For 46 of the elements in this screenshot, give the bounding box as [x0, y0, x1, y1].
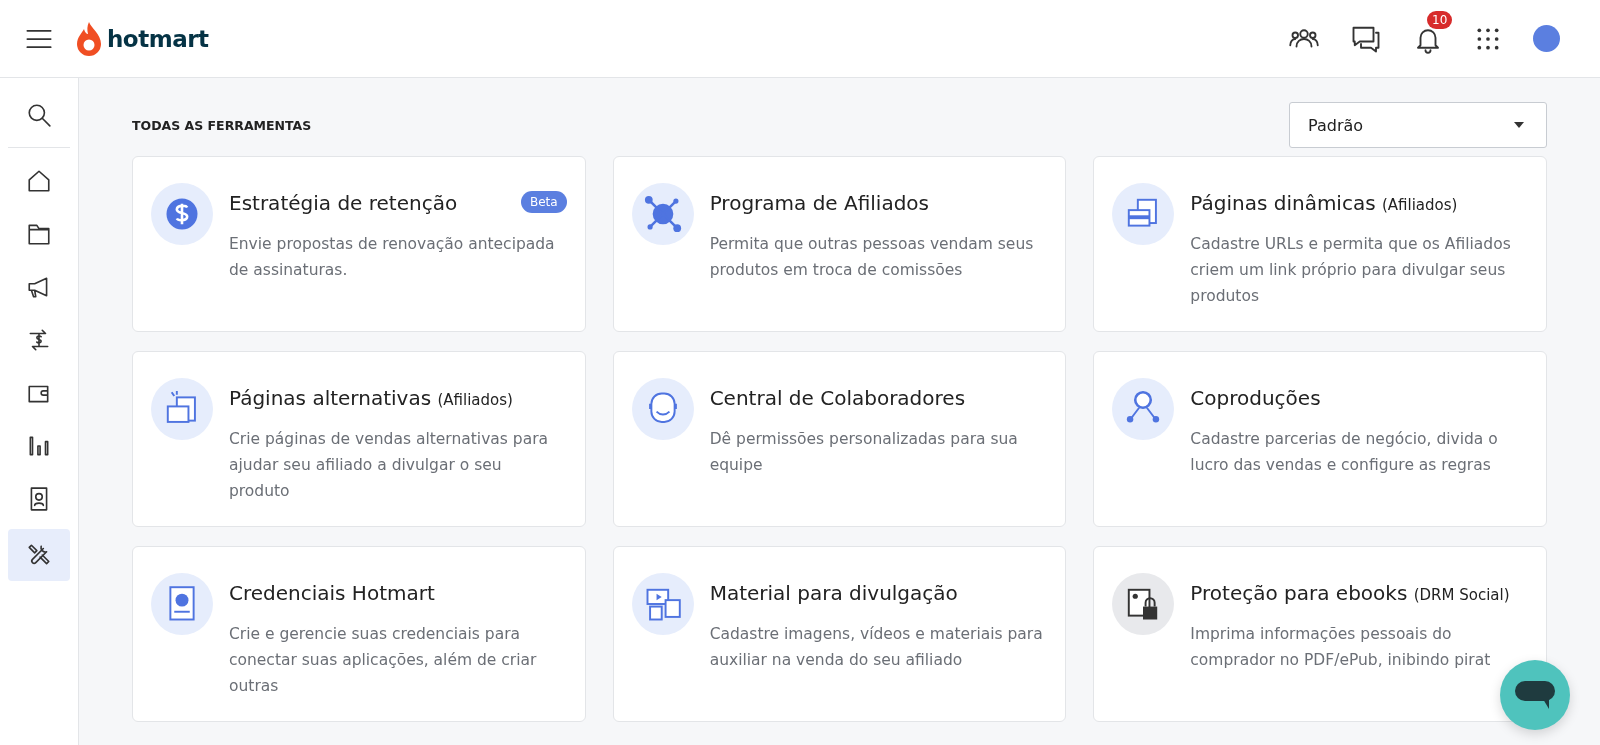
logo-text: hotmart	[107, 25, 209, 52]
card-title: Coproduções	[1190, 386, 1321, 410]
tool-card[interactable]: Proteção para ebooks (DRM Social) Imprima informações pessoais do comprador no PDF/ePub, inibindo pirat	[1093, 546, 1547, 722]
card-description: Cadastre imagens, vídeos e materiais para auxiliar na venda do seu afiliado	[709, 624, 1044, 671]
tool-card[interactable]: Páginas dinâmicas (Afiliados) Cadastre URLs e permita que os Afiliados criem um link próprio para divulgar seus produtos	[1093, 156, 1547, 332]
card-description: Crie e gerencie suas credenciais para conectar suas aplicações, além de criar outras	[229, 624, 538, 697]
card-description: Cadastre URLs e permita que os Afiliados criem um link próprio para divulgar seus produtos	[1190, 234, 1512, 307]
search-icon	[26, 101, 52, 128]
coin-icon	[151, 183, 213, 245]
lock-document-icon	[1112, 573, 1175, 635]
card-title: Material para divulgação	[709, 581, 958, 605]
tool-card[interactable]: Credenciais Hotmart Crie e gerencie suas credenciais para conectar suas aplicações, além de criar outras	[132, 546, 586, 722]
tool-card[interactable]: Coproduções Cadastre parcerias de negócio, divida o lucro das vendas e configure as regras	[1093, 351, 1547, 527]
card-title: Central de Colaboradores	[709, 386, 966, 410]
card-title: Páginas alternativas (Afiliados)	[229, 386, 513, 410]
face-icon	[631, 378, 694, 440]
tool-card[interactable]: Páginas alternativas (Afiliados) Crie páginas de vendas alternativas para ajudar seu afiliado a divulgar o seu produto	[132, 351, 586, 527]
pages-icon	[1112, 183, 1175, 245]
tool-card[interactable]: Estratégia de retenção Beta Envie propostas de renovação antecipada de assinaturas.	[132, 156, 586, 332]
card-description: Dê permissões personalizadas para sua equipe	[709, 429, 1019, 476]
sidebar-item[interactable]	[8, 529, 70, 581]
chat-button[interactable]	[1500, 660, 1570, 730]
card-title: Estratégia de retenção	[229, 191, 458, 215]
card-title: Programa de Afiliados	[709, 191, 929, 215]
beta-badge: Beta	[520, 191, 567, 213]
badge-icon	[151, 573, 213, 635]
card-description: Crie páginas de vendas alternativas para ajudar seu afiliado a divulgar o seu produto	[229, 429, 550, 502]
partners-icon	[1112, 378, 1175, 440]
tool-card[interactable]: Central de Colaboradores Dê permissões personalizadas para sua equipe	[612, 351, 1067, 527]
card-title: Páginas dinâmicas (Afiliados)	[1190, 191, 1458, 215]
tool-card[interactable]: Material para divulgação Cadastre imagens, vídeos e materiais para auxiliar na venda do seu afiliado	[612, 546, 1067, 722]
card-description: Envie propostas de renovação antecipada de assinaturas.	[229, 234, 556, 281]
card-description: Permita que outras pessoas vendam seus produtos em troca de comissões	[709, 234, 1035, 281]
notification-badge: 10	[1427, 10, 1453, 29]
network-icon	[631, 183, 694, 245]
card-title: Proteção para ebooks (DRM Social)	[1190, 581, 1510, 605]
caret-icon	[1514, 122, 1524, 128]
card-description: Cadastre parcerias de negócio, divida o lucro das vendas e configure as regras	[1190, 429, 1499, 476]
avatar[interactable]	[1533, 25, 1560, 52]
card-description: Imprima informações pessoais do comprador no PDF/ePub, inibindo pirat	[1190, 624, 1492, 671]
sort-dropdown[interactable]: Padrão	[1289, 102, 1547, 148]
tool-card[interactable]: Programa de Afiliados Permita que outras pessoas vendam seus produtos em troca de comissões	[612, 156, 1067, 332]
pages-icon	[151, 378, 213, 440]
section-title: TODAS AS FERRAMENTAS	[132, 117, 312, 133]
media-icon	[631, 573, 694, 635]
card-title: Credenciais Hotmart	[229, 581, 435, 605]
